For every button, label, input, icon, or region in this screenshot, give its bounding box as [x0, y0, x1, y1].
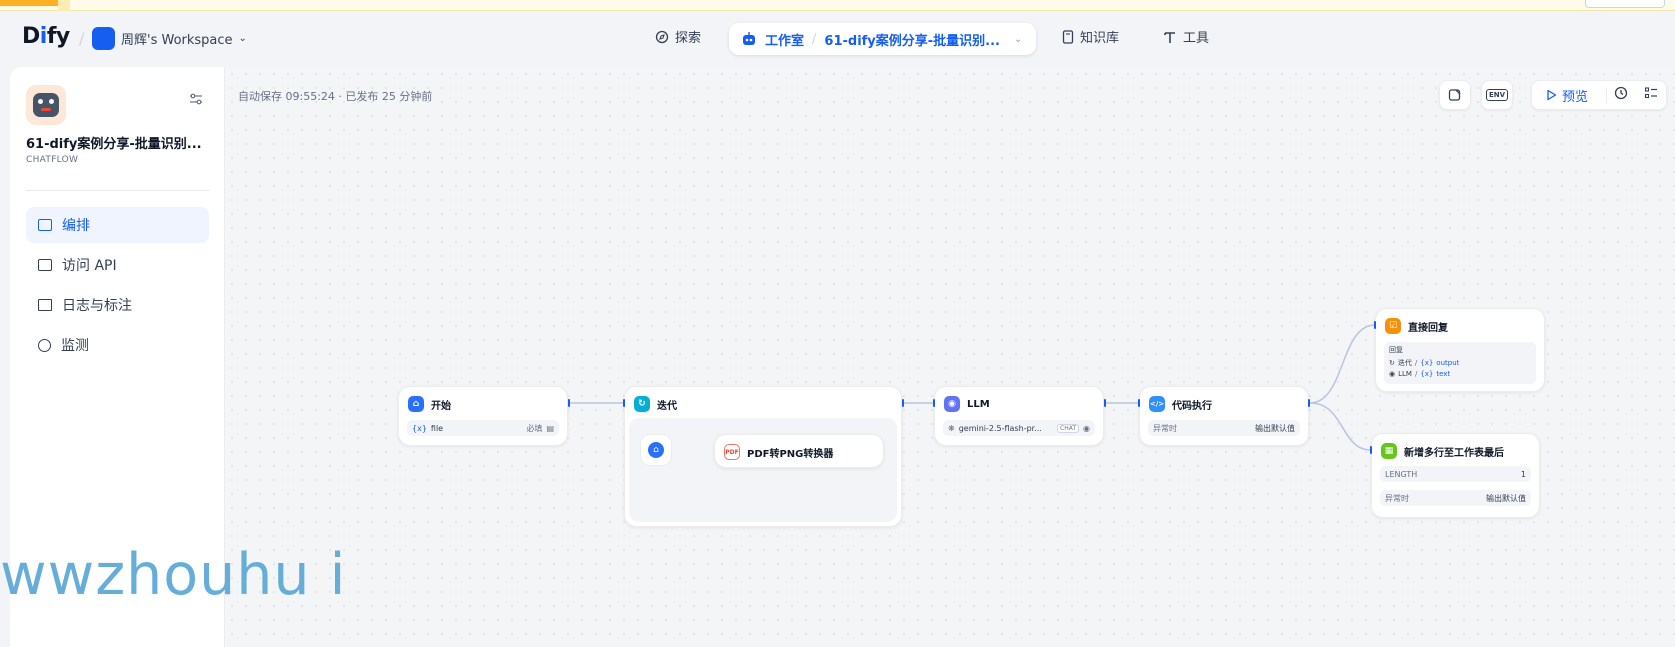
node-pdf-converter[interactable]: PDF PDF转PNG转换器: [714, 434, 884, 468]
sheet-icon: ▦: [1381, 443, 1397, 459]
node-title: 开始: [431, 400, 451, 412]
error-value: 输出默认值: [1486, 493, 1526, 503]
node-handle[interactable]: [933, 399, 935, 407]
node-title: 直接回复: [1408, 322, 1448, 334]
error-label: 异常时: [1153, 423, 1177, 433]
node-title: 代码执行: [1172, 400, 1212, 412]
node-title: PDF转PNG转换器: [747, 448, 834, 460]
answer-ref: ◉ LLM / {x} text: [1389, 370, 1451, 378]
length-row: LENGTH 1: [1380, 466, 1531, 482]
home-icon: ⌂: [648, 442, 664, 458]
node-llm[interactable]: ◉ LLM ❋ gemini-2.5-flash-pr... CHAT ◉: [934, 386, 1104, 446]
node-handle[interactable]: [902, 399, 904, 407]
file-icon: ▤: [546, 423, 554, 433]
edge-code-answer: [1309, 324, 1376, 404]
pdf-icon: PDF: [724, 444, 740, 460]
node-handle[interactable]: [1308, 399, 1310, 407]
node-answer[interactable]: ☑ 直接回复 回复 ↻ 迭代 / {x} output ◉ LLM / {x} text: [1375, 308, 1545, 392]
node-start[interactable]: ⌂ 开始 {x} file 必填 ▤: [398, 386, 568, 446]
length-value: 1: [1520, 469, 1526, 479]
node-handle[interactable]: [623, 399, 625, 407]
loop-icon: ↻: [1389, 359, 1395, 367]
error-label: 异常时: [1385, 493, 1409, 503]
answer-content: 回复 ↻ 迭代 / {x} output ◉ LLM / {x} text: [1384, 342, 1536, 384]
variable-icon: {x}: [412, 423, 427, 433]
brain-icon: ◉: [1389, 370, 1396, 378]
error-handling: 异常时 输出默认值: [1148, 420, 1300, 436]
node-title: 新增多行至工作表最后: [1404, 447, 1504, 459]
node-append-rows[interactable]: ▦ 新增多行至工作表最后 LENGTH 1 异常时 输出默认值: [1371, 433, 1540, 518]
watermark: wwzhouhu i: [0, 542, 347, 608]
brain-icon: ◉: [944, 396, 960, 412]
node-handle[interactable]: [1374, 321, 1376, 329]
node-handle[interactable]: [568, 399, 570, 407]
edge-code-append: [1309, 402, 1372, 451]
model-tag: CHAT: [1057, 423, 1080, 433]
model-name: gemini-2.5-flash-pr...: [958, 423, 1042, 433]
variable-name: file: [430, 423, 444, 433]
model-selector: ❋ gemini-2.5-flash-pr... CHAT ◉: [943, 420, 1095, 436]
node-variable: {x} file 必填 ▤: [407, 420, 559, 436]
loop-icon: ↻: [634, 396, 650, 412]
iteration-start-node[interactable]: ⌂: [640, 434, 672, 466]
node-handle[interactable]: [1104, 399, 1106, 407]
required-badge: 必填: [526, 423, 543, 433]
error-value: 输出默认值: [1255, 423, 1295, 433]
node-title: LLM: [967, 398, 990, 410]
node-handle[interactable]: [1370, 446, 1372, 454]
code-icon: </>: [1149, 396, 1165, 412]
answer-icon: ☑: [1385, 318, 1401, 334]
length-label: LENGTH: [1385, 469, 1418, 479]
answer-ref: ↻ 迭代 / {x} output: [1389, 359, 1460, 367]
node-handle[interactable]: [1138, 399, 1140, 407]
node-code[interactable]: </> 代码执行 异常时 输出默认值: [1139, 386, 1309, 446]
answer-label: 回复: [1389, 346, 1403, 354]
model-icon: ❋: [948, 423, 955, 433]
eye-icon: ◉: [1083, 423, 1090, 433]
error-handling: 异常时 输出默认值: [1380, 490, 1531, 506]
home-icon: ⌂: [408, 396, 424, 412]
node-title: 迭代: [657, 400, 677, 412]
